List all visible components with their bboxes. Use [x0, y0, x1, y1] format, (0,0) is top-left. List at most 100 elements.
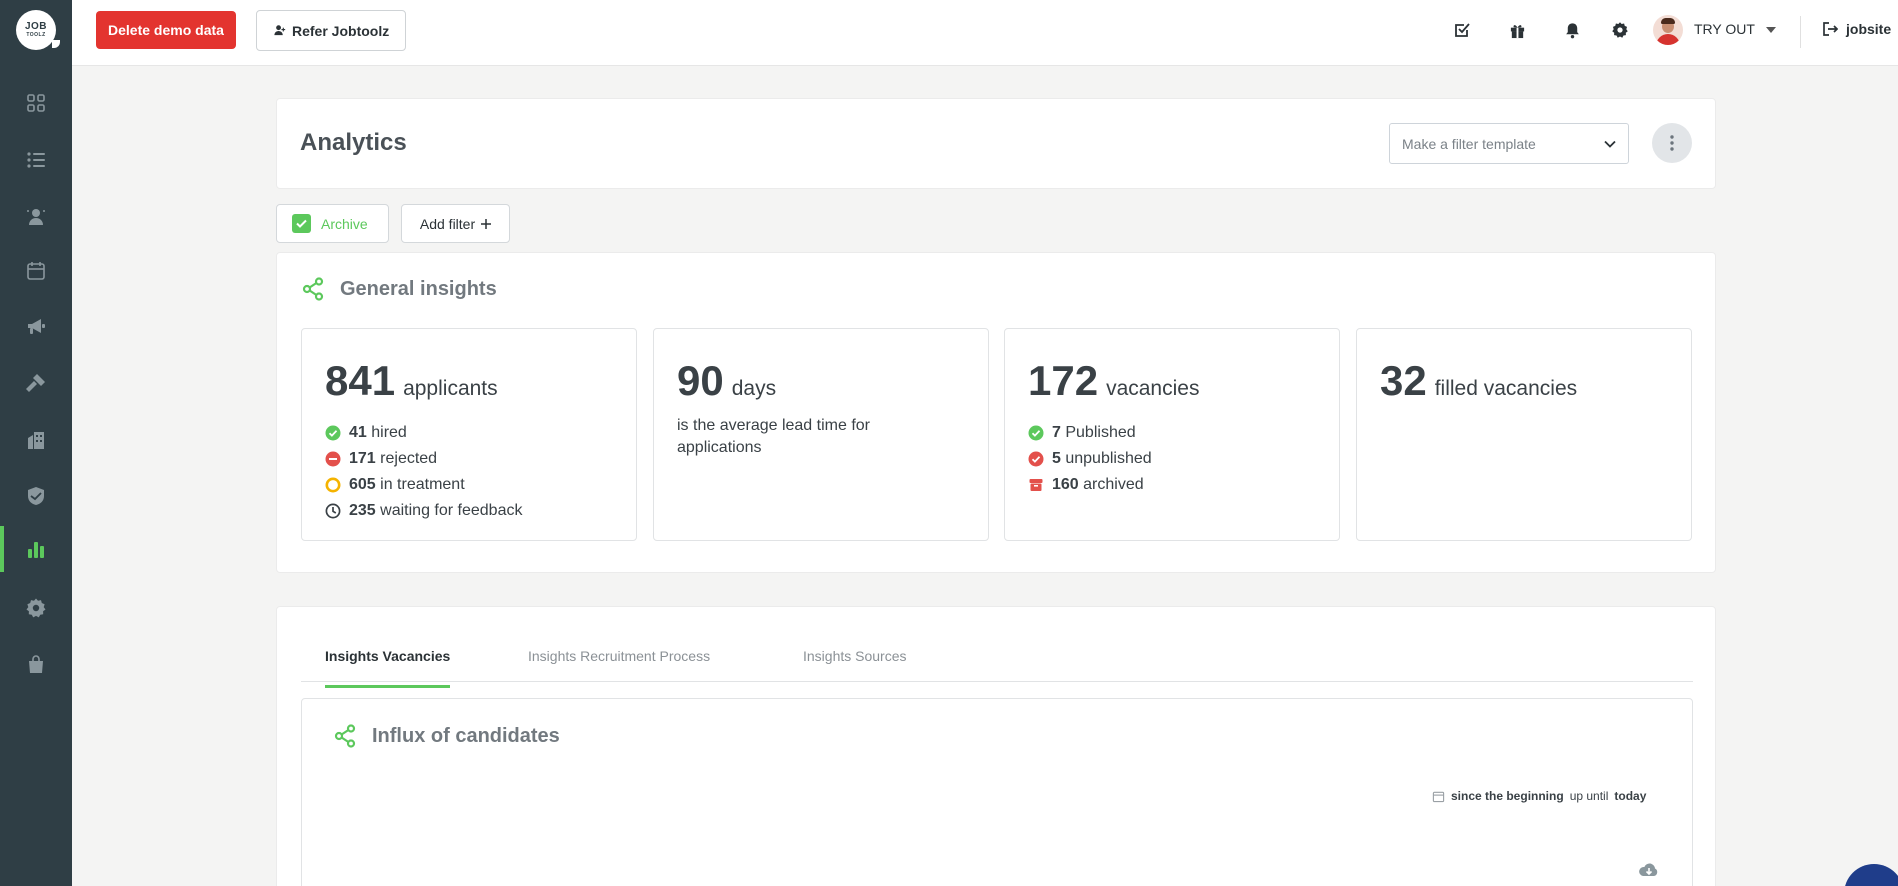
hammer-icon	[26, 374, 45, 392]
range-start: since the beginning	[1451, 789, 1564, 803]
chevron-down-icon[interactable]	[1766, 27, 1776, 33]
general-insights-card: General insights 841 applicants 41 hired…	[276, 252, 1716, 573]
calendar-icon	[27, 262, 45, 280]
list-item: 160 archived	[1028, 472, 1152, 498]
checkbox-checked-icon	[292, 214, 311, 233]
insights-tabs-card: Insights Vacancies Insights Recruitment …	[276, 606, 1716, 886]
lead-time-description: is the average lead time for application…	[677, 417, 870, 456]
bell-icon[interactable]	[1562, 20, 1582, 40]
influx-title: Influx of candidates	[372, 724, 560, 747]
sidebar-item-candidates[interactable]	[0, 193, 72, 239]
grid-icon	[27, 94, 45, 112]
minus-circle-icon	[325, 451, 341, 467]
share-icon	[302, 277, 324, 301]
sidebar-item-tools[interactable]	[0, 360, 72, 406]
tab-insights-vacancies[interactable]: Insights Vacancies	[325, 648, 451, 688]
vacancies-total: 172 vacancies	[1028, 357, 1199, 405]
check-circle-icon	[1028, 425, 1044, 441]
sidebar: JOB TOOLZ	[0, 0, 72, 886]
shopping-bag-icon	[29, 655, 43, 673]
sidebar-item-marketing[interactable]	[0, 303, 72, 349]
jobsite-label: jobsite	[1846, 21, 1892, 37]
logo-text-toolz: TOOLZ	[26, 32, 46, 38]
chevron-down-icon	[1604, 140, 1616, 148]
general-insights-title: General insights	[340, 277, 497, 300]
lead-time-stat-card: 90 days is the average lead time for app…	[653, 328, 989, 541]
analytics-header-card: Analytics Make a filter template	[276, 98, 1716, 189]
applicants-stat-card: 841 applicants 41 hired 171 rejected 605…	[301, 328, 637, 541]
filled-vacancies-stat-card: 32 filled vacancies	[1356, 328, 1692, 541]
topbar: Delete demo data Refer Jobtoolz TRY OUT …	[72, 0, 1898, 66]
avatar[interactable]	[1653, 15, 1683, 45]
list-item: 5 unpublished	[1028, 446, 1152, 472]
tabs-divider	[301, 681, 1693, 682]
tab-insights-recruitment-process[interactable]: Insights Recruitment Process	[528, 648, 710, 688]
plus-icon	[481, 218, 492, 229]
settings-gear-icon[interactable]	[1610, 20, 1630, 40]
list-item: 41 hired	[325, 420, 522, 446]
kebab-icon	[1670, 135, 1674, 151]
filter-template-select[interactable]: Make a filter template	[1389, 123, 1629, 164]
sidebar-item-dashboard[interactable]	[0, 80, 72, 126]
sidebar-item-calendar[interactable]	[0, 248, 72, 294]
add-filter-button[interactable]: Add filter	[401, 204, 510, 243]
applicants-total: 841 applicants	[325, 357, 498, 405]
influx-header: Influx of candidates	[334, 724, 560, 748]
jobtoolz-logo[interactable]: JOB TOOLZ	[16, 10, 60, 50]
page-title: Analytics	[300, 129, 407, 156]
clock-icon	[325, 503, 341, 519]
archive-filter-toggle[interactable]: Archive	[276, 204, 389, 243]
sidebar-item-analytics[interactable]	[0, 526, 72, 572]
refer-jobtoolz-button[interactable]: Refer Jobtoolz	[256, 10, 407, 51]
influx-card: Influx of candidates since the beginning…	[301, 698, 1693, 886]
sidebar-item-companies[interactable]	[0, 417, 72, 463]
sidebar-item-shop[interactable]	[0, 641, 72, 687]
vacancies-count: 172	[1028, 357, 1099, 404]
cloud-download-icon[interactable]	[1638, 861, 1660, 879]
tasks-icon[interactable]	[1452, 20, 1472, 40]
sidebar-item-security[interactable]	[0, 473, 72, 519]
general-insights-header: General insights	[302, 277, 497, 301]
megaphone-icon	[28, 319, 45, 334]
bar-chart-icon	[28, 542, 44, 558]
vacancies-unit: vacancies	[1106, 377, 1200, 400]
gear-icon	[26, 598, 46, 618]
share-icon	[334, 724, 356, 748]
list-item: 235 waiting for feedback	[325, 498, 522, 524]
applicants-unit: applicants	[403, 377, 498, 400]
sidebar-item-settings[interactable]	[0, 585, 72, 631]
lead-time-count: 90	[677, 357, 724, 404]
user-menu-label[interactable]: TRY OUT	[1694, 21, 1755, 37]
lead-time-total: 90 days	[677, 357, 776, 405]
add-filter-label: Add filter	[419, 215, 476, 232]
delete-demo-data-button[interactable]: Delete demo data	[96, 11, 236, 49]
topbar-divider	[1800, 16, 1801, 48]
building-icon	[28, 432, 44, 449]
range-end: today	[1614, 789, 1647, 803]
applicants-count: 841	[325, 357, 396, 404]
sidebar-item-lists[interactable]	[0, 137, 72, 183]
chat-widget-button[interactable]	[1844, 864, 1898, 886]
jobsite-link[interactable]: jobsite	[1822, 21, 1891, 37]
lead-time-unit: days	[731, 377, 777, 400]
tab-insights-sources[interactable]: Insights Sources	[803, 648, 907, 688]
archive-label: Archive	[321, 215, 368, 232]
list-item: 171 rejected	[325, 446, 522, 472]
person-icon	[27, 209, 45, 225]
filled-vacancies-count: 32	[1380, 357, 1427, 404]
more-options-button[interactable]	[1652, 123, 1692, 163]
list-item: 605 in treatment	[325, 472, 522, 498]
refer-jobtoolz-label: Refer Jobtoolz	[292, 22, 390, 39]
shield-icon	[28, 487, 44, 505]
vacancies-stat-card: 172 vacancies 7 Published 5 unpublished …	[1004, 328, 1340, 541]
archive-icon	[1028, 477, 1044, 493]
ring-icon	[325, 477, 341, 493]
filter-template-placeholder: Make a filter template	[1402, 135, 1536, 152]
list-item: 7 Published	[1028, 420, 1152, 446]
filled-vacancies-unit: filled vacancies	[1434, 377, 1578, 400]
gift-icon[interactable]	[1507, 20, 1527, 40]
x-circle-icon	[1028, 451, 1044, 467]
list-icon	[27, 152, 45, 168]
date-range-picker[interactable]: since the beginning up until today	[1432, 789, 1646, 803]
calendar-icon	[1432, 791, 1445, 802]
